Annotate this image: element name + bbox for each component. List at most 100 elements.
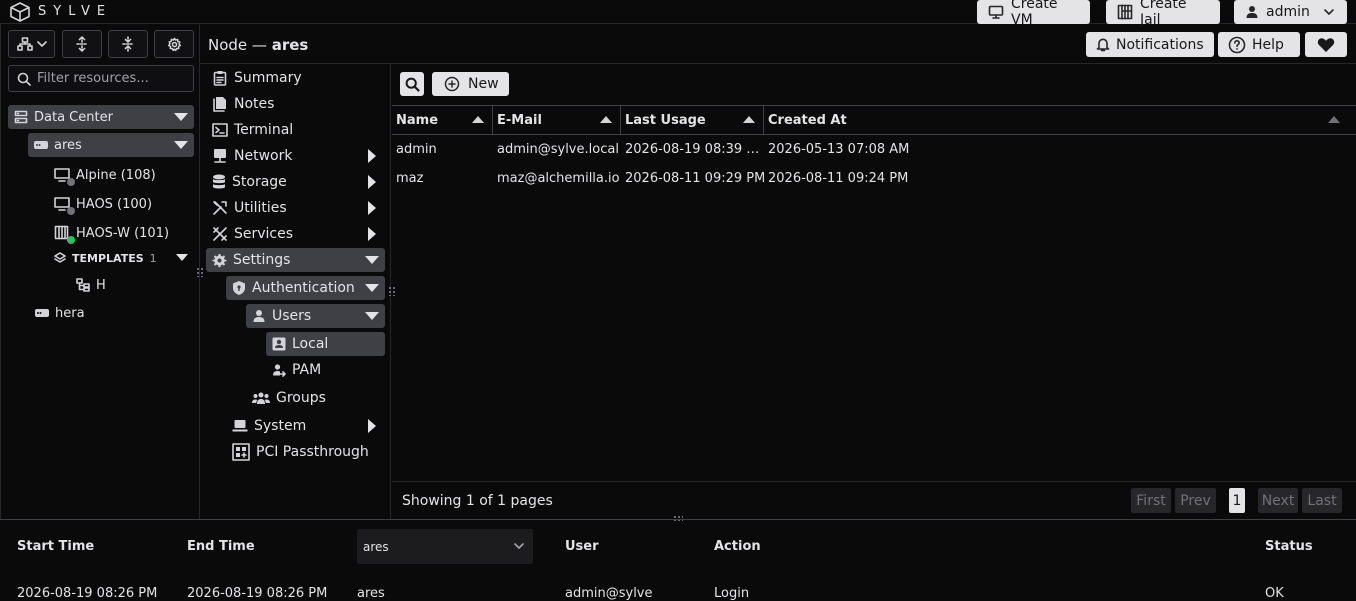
tree-item-template-h[interactable]: H [76,273,106,297]
menu-item-system[interactable]: System [226,414,385,438]
menu-item-label: Users [272,308,312,324]
app-name: SYLVE [38,4,113,19]
menu-item-utilities[interactable]: Utilities [206,196,384,220]
user-icon [1245,5,1259,19]
menu-item-label: Utilities [234,200,287,216]
expand-all-button[interactable] [62,30,102,58]
cell-name: maz [396,170,424,186]
caret-right-icon [368,419,376,433]
node-filter-value: ares [363,539,389,554]
last-page-button[interactable]: Last [1302,488,1342,513]
menu-item-terminal[interactable]: Terminal [206,118,384,142]
menu-item-settings[interactable]: Settings [206,248,385,272]
donate-button[interactable] [1305,32,1347,57]
menu-item-notes[interactable]: Notes [206,92,384,116]
caret-down-icon[interactable] [174,141,188,149]
menu-item-network[interactable]: Network [206,144,384,168]
log-cell-start-time: 2026-08-19 08:26 PM [17,586,158,601]
table-row[interactable]: maz maz@alchemilla.io 2026-08-11 09:29 P… [392,164,1356,193]
menu-item-label: Notes [234,96,275,112]
create-jail-button[interactable]: Create Jail [1106,0,1220,28]
user-card-icon [272,337,286,351]
tree-item-datacenter[interactable]: Data Center [8,105,194,129]
first-page-button[interactable]: First [1131,488,1171,513]
templates-label: TEMPLATES [72,251,144,265]
menu-item-summary[interactable]: Summary [206,66,384,90]
new-user-button[interactable]: New [432,72,509,96]
caret-down-icon[interactable] [176,254,188,261]
menu-item-pam[interactable]: PAM [266,358,385,382]
menu-item-authentication[interactable]: Authentication [226,276,385,300]
column-header-created-at[interactable]: Created At [764,106,1348,134]
menu-item-groups[interactable]: Groups [246,386,385,410]
chevron-down-icon [1323,7,1335,17]
column-header-last-usage[interactable]: Last Usage [621,106,764,134]
pagination-divider [392,481,1356,482]
column-header-name[interactable]: Name [392,106,493,134]
menu-item-label: Services [234,226,294,242]
log-header-end-time[interactable]: End Time [187,539,255,554]
node-filter-select[interactable]: ares [357,529,533,564]
menu-item-services[interactable]: Services [206,222,384,246]
tree-item-guest-haos[interactable]: HAOS (100) [54,192,152,216]
menu-item-storage[interactable]: Storage [206,170,384,194]
menu-item-users[interactable]: Users [246,304,385,328]
users-table-panel: New Name E-Mail Last Usage Created At ad… [392,64,1356,519]
page-title: Node — ares [208,36,308,54]
template-icon [76,278,90,292]
next-page-button[interactable]: Next [1258,488,1298,513]
menu-item-label: PCI Passthrough [256,444,369,460]
tree-item-templates[interactable]: TEMPLATES 1 [54,246,194,270]
log-header-status[interactable]: Status [1265,539,1313,554]
chevron-down-icon [513,541,525,551]
status-dot [67,236,75,244]
user-menu-button[interactable]: admin [1234,0,1347,24]
tree-item-guest-alpine[interactable]: Alpine (108) [54,163,156,187]
page-title-node: ares [271,36,309,54]
filter-resources-input[interactable] [37,71,187,86]
tree-settings-button[interactable] [154,30,194,58]
cell-created-at: 2026-08-11 09:24 PM [768,170,909,186]
menu-item-pci-passthrough[interactable]: PCI Passthrough [226,440,385,464]
plus-circle-icon [444,76,460,92]
laptop-icon [232,419,248,433]
log-cell-status: OK [1265,586,1284,601]
caret-down-icon[interactable] [174,113,188,121]
tree-item-guest-haos-w[interactable]: HAOS-W (101) [54,221,169,245]
log-header-user[interactable]: User [565,539,599,554]
expand-icon [75,36,89,52]
caret-right-icon [368,149,376,163]
pci-card-icon [232,443,250,461]
tree-item-node-ares[interactable]: ares [28,133,194,157]
notes-icon [212,96,228,112]
notifications-button[interactable]: Notifications [1086,32,1214,57]
tree-view-toggle[interactable] [8,30,55,58]
tree-item-node-hera[interactable]: hera [35,301,85,325]
pagination-summary: Showing 1 of 1 pages [402,493,553,509]
tree-item-label: H [96,277,106,293]
log-header-start-time[interactable]: Start Time [17,539,94,554]
search-icon [17,72,31,86]
column-header-label: Created At [768,112,847,128]
user-menu-label: admin [1266,4,1310,20]
cell-last-usage: 2026-08-11 09:29 PM [625,170,764,186]
page-title-prefix: Node — [208,36,267,54]
caret-right-icon [368,201,376,215]
menu-item-label: Local [292,336,329,352]
table-row[interactable]: admin admin@sylve.local 2026-08-19 08:39… [392,135,1356,164]
collapse-all-button[interactable] [108,30,148,58]
menu-item-label: Settings [233,252,291,268]
search-button[interactable] [400,72,424,96]
menu-item-local[interactable]: Local [266,332,385,356]
resource-tree-panel: Data Center ares Alpine (108) HAOS (100)… [0,24,200,519]
help-button[interactable]: Help [1218,32,1300,57]
caret-down-icon [365,284,379,292]
bell-icon [1096,37,1110,52]
log-header-action[interactable]: Action [714,539,761,554]
sort-ascending-icon [1328,116,1340,123]
services-icon [212,226,228,242]
prev-page-button[interactable]: Prev [1175,488,1216,513]
column-header-email[interactable]: E-Mail [493,106,621,134]
page-number-button[interactable]: 1 [1229,488,1245,513]
create-vm-button[interactable]: Create VM [977,0,1090,28]
